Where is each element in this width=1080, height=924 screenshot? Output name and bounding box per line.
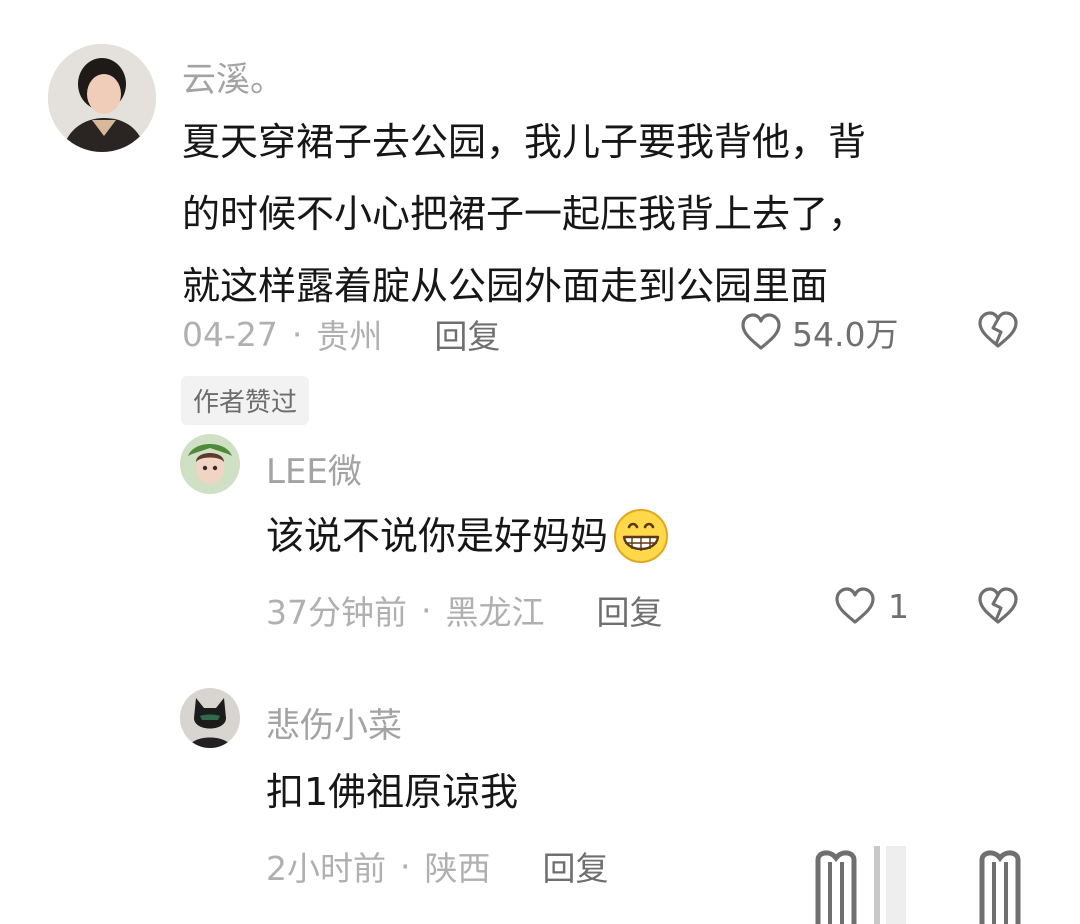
comment-author[interactable]: 云溪。 xyxy=(182,52,284,101)
comment-meta: 04-27 · 贵州 回复 xyxy=(182,310,500,358)
comment-location: 陕西 xyxy=(424,849,491,888)
heart-outline-icon xyxy=(834,586,876,626)
like-count-clipped xyxy=(874,846,908,924)
reply-button[interactable]: 回复 xyxy=(434,310,500,358)
meta-separator: · xyxy=(421,590,432,630)
meta-separator: · xyxy=(291,314,303,354)
dislike-button[interactable] xyxy=(976,846,1024,924)
comment-text-line: 该说不说你是好妈妈 xyxy=(266,514,609,558)
comment-meta: 2小时前 · 陕西 回复 xyxy=(266,842,609,890)
avatar-image xyxy=(180,688,240,748)
comment-text-line: 的时候不小心把裙子一起压我背上去了， xyxy=(182,192,867,236)
comment-text: 该说不说你是好妈妈 xyxy=(266,500,670,572)
heart-outline-icon xyxy=(812,846,860,924)
avatar[interactable] xyxy=(180,688,240,748)
comment-text-line: 夏天穿裙子去公园，我儿子要我背他，背 xyxy=(182,120,867,164)
meta-separator: · xyxy=(400,846,411,886)
like-count: 54.0万 xyxy=(792,315,899,354)
avatar[interactable] xyxy=(48,44,156,152)
broken-heart-icon xyxy=(976,310,1020,350)
comment-location: 贵州 xyxy=(316,317,383,356)
dislike-button[interactable] xyxy=(976,586,1020,626)
like-button[interactable] xyxy=(812,846,860,924)
comment-date: 37分钟前 xyxy=(266,593,407,632)
comment-date: 2小时前 xyxy=(266,849,386,888)
comment-date: 04-27 xyxy=(182,314,278,354)
comment-author[interactable]: LEE微 xyxy=(266,444,362,493)
avatar-image xyxy=(48,44,156,152)
broken-heart-icon xyxy=(976,846,1024,924)
avatar-image xyxy=(180,434,240,494)
comment-meta: 37分钟前 · 黑龙江 回复 xyxy=(266,586,663,634)
broken-heart-icon xyxy=(976,586,1020,626)
avatar[interactable] xyxy=(180,434,240,494)
dislike-button[interactable] xyxy=(976,310,1020,350)
reply-button[interactable]: 回复 xyxy=(543,842,609,890)
like-count: 1 xyxy=(888,586,909,626)
author-liked-badge: 作者赞过 xyxy=(181,376,310,425)
comment-text: 夏天穿裙子去公园，我儿子要我背他，背 的时候不小心把裙子一起压我背上去了， 就这… xyxy=(182,106,866,322)
comment-text: 扣1佛祖原谅我 xyxy=(266,756,518,828)
heart-outline-icon xyxy=(740,312,782,352)
comment-author[interactable]: 悲伤小菜 xyxy=(266,698,402,747)
like-button[interactable]: 1 xyxy=(834,586,909,626)
comment-text-line: 扣1佛祖原谅我 xyxy=(266,770,519,814)
comment-location: 黑龙江 xyxy=(445,593,545,632)
grinning-face-emoji-icon xyxy=(612,507,670,565)
reply-button[interactable]: 回复 xyxy=(597,586,663,634)
like-button[interactable]: 54.0万 xyxy=(740,308,898,356)
